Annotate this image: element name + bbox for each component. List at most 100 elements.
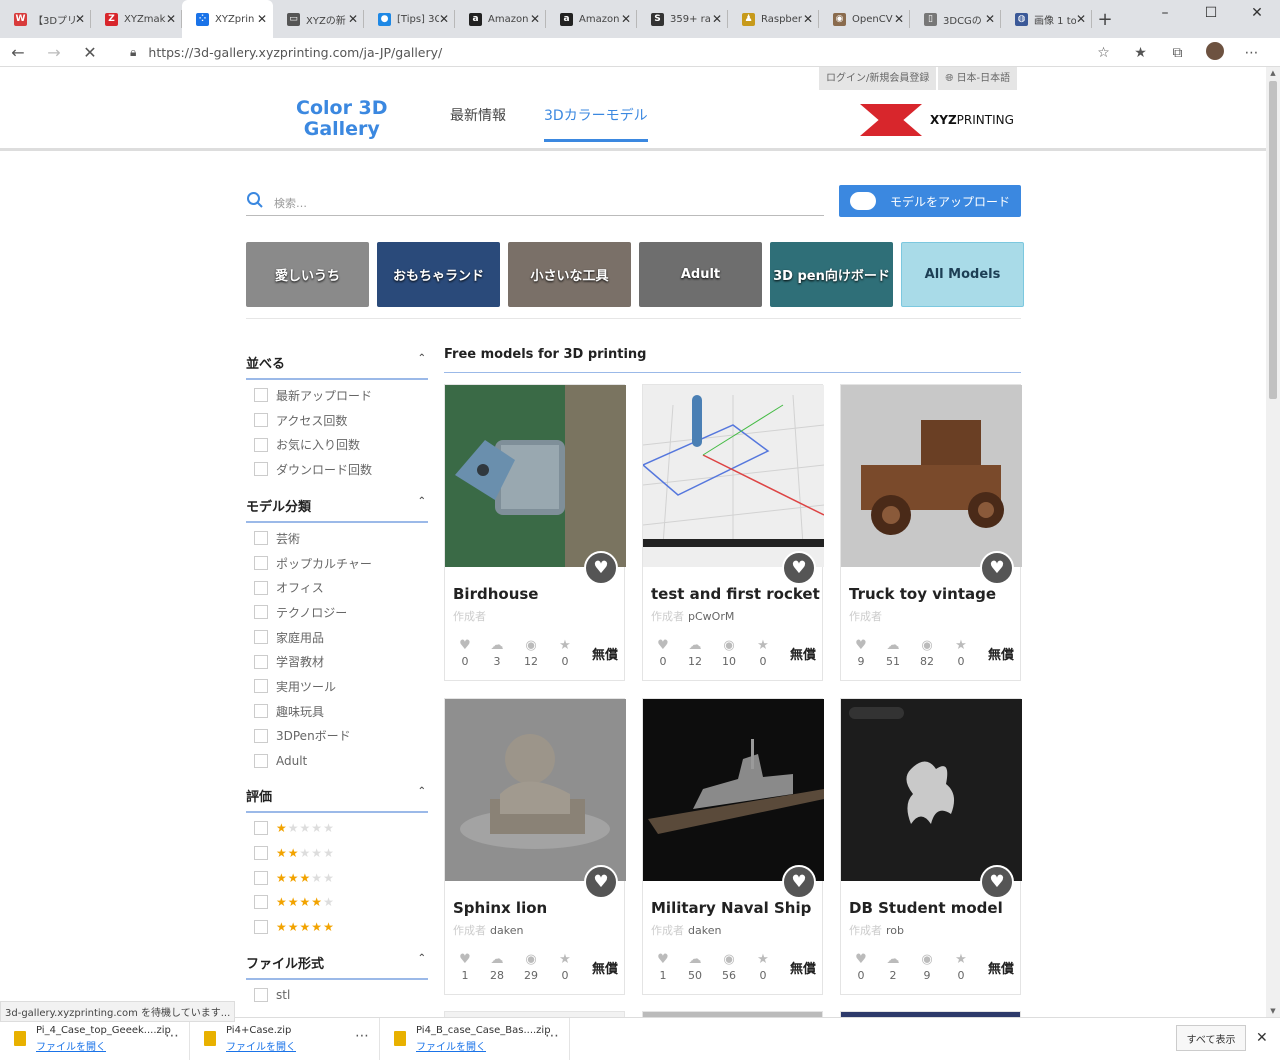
stop-icon[interactable]: ✕ — [72, 43, 108, 62]
model-name[interactable]: Truck toy vintage — [849, 585, 996, 603]
author-name[interactable]: daken — [688, 924, 721, 937]
checkbox[interactable] — [254, 704, 268, 719]
open-file-link[interactable]: ファイルを開く — [36, 1038, 171, 1053]
rating-option[interactable]: ★★★★★ — [246, 865, 428, 890]
url-field[interactable]: 🔒︎ https://3d-gallery.xyzprinting.com/ja… — [130, 38, 442, 67]
tab-close-icon[interactable]: ✕ — [439, 12, 449, 26]
favorite-star-icon[interactable]: ☆ — [1085, 45, 1122, 61]
collapse-icon[interactable]: ⌃ — [418, 353, 426, 364]
checkbox[interactable] — [254, 988, 268, 1003]
category-tile[interactable]: 愛しいうち — [246, 242, 369, 307]
model-thumbnail[interactable] — [841, 385, 1022, 567]
category-tile[interactable]: 小さいな工具 — [508, 242, 631, 307]
checkbox[interactable] — [254, 580, 268, 595]
checkbox[interactable] — [254, 605, 268, 620]
collapse-icon[interactable]: ⌃ — [418, 496, 426, 507]
checkbox[interactable] — [254, 630, 268, 645]
checkbox[interactable] — [254, 920, 268, 935]
sort-heading[interactable]: 並べる ⌃ — [246, 353, 428, 380]
filter-option[interactable]: 趣味玩具 — [246, 699, 428, 724]
checkbox[interactable] — [254, 870, 268, 885]
favorite-heart-icon[interactable]: ♥ — [782, 551, 816, 585]
tab-close-icon[interactable]: ✕ — [985, 12, 995, 26]
search-box[interactable]: 検索… — [246, 189, 824, 216]
checkbox[interactable] — [254, 654, 268, 669]
download-item[interactable]: Pi4_B_case_Case_Bas....zip ファイルを開く ⋯ — [380, 1017, 570, 1060]
filter-option[interactable]: 家庭用品 — [246, 625, 428, 650]
language-selector[interactable]: 🌐︎ 日本-日本語 — [938, 67, 1018, 90]
favorites-icon[interactable]: ★ — [1122, 45, 1159, 61]
menu-icon[interactable]: ⋯ — [1233, 45, 1270, 61]
filter-option[interactable]: 芸術 — [246, 526, 428, 551]
checkbox[interactable] — [254, 556, 268, 571]
rating-option[interactable]: ★★★★★ — [246, 915, 428, 940]
checkbox[interactable] — [254, 462, 268, 477]
close-window-icon[interactable]: ✕ — [1234, 0, 1280, 32]
search-placeholder[interactable]: 検索… — [274, 195, 307, 211]
checkbox[interactable] — [254, 388, 268, 403]
browser-tab[interactable]: a Amazon ✕ — [546, 0, 637, 38]
tab-close-icon[interactable]: ✕ — [257, 12, 267, 26]
model-thumbnail[interactable] — [841, 699, 1022, 881]
checkbox[interactable] — [254, 437, 268, 452]
favorite-heart-icon[interactable]: ♥ — [782, 865, 816, 899]
nav-news[interactable]: 最新情報 — [450, 105, 506, 125]
favorite-heart-icon[interactable]: ♥ — [980, 551, 1014, 585]
browser-tab[interactable]: ● [Tips] 3C ✕ — [364, 0, 455, 38]
more-options-icon[interactable]: ⋯ — [545, 1028, 559, 1044]
show-all-button[interactable]: すべて表示 — [1176, 1025, 1246, 1051]
browser-tab[interactable]: ⁘ XYZprin ✕ — [182, 0, 273, 38]
url-text[interactable]: https://3d-gallery.xyzprinting.com/ja-JP… — [148, 45, 442, 60]
model-card[interactable]: ♥ DB Student model 作成者 rob ♥ 0 ☁ 2 ◉ 9 ★ 0 無償 — [840, 698, 1022, 995]
category-tile[interactable]: 3D pen向けボード — [770, 242, 893, 307]
model-name[interactable]: test and first rocket — [651, 585, 820, 603]
checkbox[interactable] — [254, 821, 268, 836]
back-icon[interactable]: ← — [0, 43, 36, 62]
filter-option[interactable]: 3DPenボード — [246, 724, 428, 749]
model-name[interactable]: DB Student model — [849, 899, 1003, 917]
browser-tab[interactable]: ♟ Raspber ✕ — [728, 0, 819, 38]
browser-tab[interactable]: ◍ 画像 1 to ✕ — [1001, 0, 1092, 38]
browser-tab[interactable]: a Amazon ✕ — [455, 0, 546, 38]
model-card[interactable]: ♥ Sphinx lion 作成者 daken ♥ 1 ☁ 28 ◉ 29 ★ 0 無償 — [444, 698, 626, 995]
rating-option[interactable]: ★★★★★ — [246, 816, 428, 841]
filter-option[interactable]: アクセス回数 — [246, 408, 428, 433]
scroll-down-icon[interactable]: ▼ — [1266, 1007, 1280, 1015]
checkbox[interactable] — [254, 531, 268, 546]
browser-tab[interactable]: ▯ 3DCGの ✕ — [910, 0, 1001, 38]
browser-tab[interactable]: ▭ XYZの新 ✕ — [273, 0, 364, 38]
profile-avatar[interactable] — [1196, 41, 1233, 64]
checkbox[interactable] — [254, 728, 268, 743]
open-file-link[interactable]: ファイルを開く — [416, 1038, 551, 1053]
checkbox[interactable] — [254, 413, 268, 428]
author-name[interactable]: pCwOrM — [688, 610, 734, 623]
browser-tab[interactable]: Z XYZmak ✕ — [91, 0, 182, 38]
rating-option[interactable]: ★★★★★ — [246, 890, 428, 915]
browser-tab[interactable]: ◉ OpenCV ✕ — [819, 0, 910, 38]
filter-option[interactable]: オフィス — [246, 575, 428, 600]
collapse-icon[interactable]: ⌃ — [418, 953, 426, 964]
close-shelf-icon[interactable]: ✕ — [1256, 1030, 1268, 1046]
filter-option[interactable]: Adult — [246, 748, 428, 773]
format-heading[interactable]: ファイル形式 ⌃ — [246, 953, 428, 980]
model-card[interactable]: ♥ test and first rocket 作成者 pCwOrM ♥ 0 ☁ 12 ◉ 10 ★… — [642, 384, 824, 681]
xyz-printing-logo[interactable]: XYZPRINTING — [860, 104, 1014, 136]
filter-option[interactable]: テクノロジー — [246, 600, 428, 625]
login-link[interactable]: ログイン/新規会員登録 — [819, 67, 937, 90]
category-tile[interactable]: Adult — [639, 242, 762, 307]
favorite-heart-icon[interactable]: ♥ — [584, 865, 618, 899]
page-scrollbar[interactable]: ▲ ▼ — [1266, 67, 1280, 1017]
more-options-icon[interactable]: ⋯ — [165, 1028, 179, 1044]
tab-close-icon[interactable]: ✕ — [1076, 12, 1086, 26]
download-item[interactable]: Pi_4_Case_top_Geeek....zip ファイルを開く ⋯ — [0, 1017, 190, 1060]
upload-model-button[interactable]: モデルをアップロード — [839, 185, 1021, 217]
filter-option[interactable]: 学習教材 — [246, 649, 428, 674]
open-file-link[interactable]: ファイルを開く — [226, 1038, 296, 1053]
minimize-icon[interactable]: – — [1142, 0, 1188, 32]
favorite-heart-icon[interactable]: ♥ — [584, 551, 618, 585]
new-tab-button[interactable]: + — [1092, 9, 1118, 30]
tab-close-icon[interactable]: ✕ — [348, 12, 358, 26]
filter-option[interactable]: ダウンロード回数 — [246, 457, 428, 482]
checkbox[interactable] — [254, 679, 268, 694]
checkbox[interactable] — [254, 846, 268, 861]
